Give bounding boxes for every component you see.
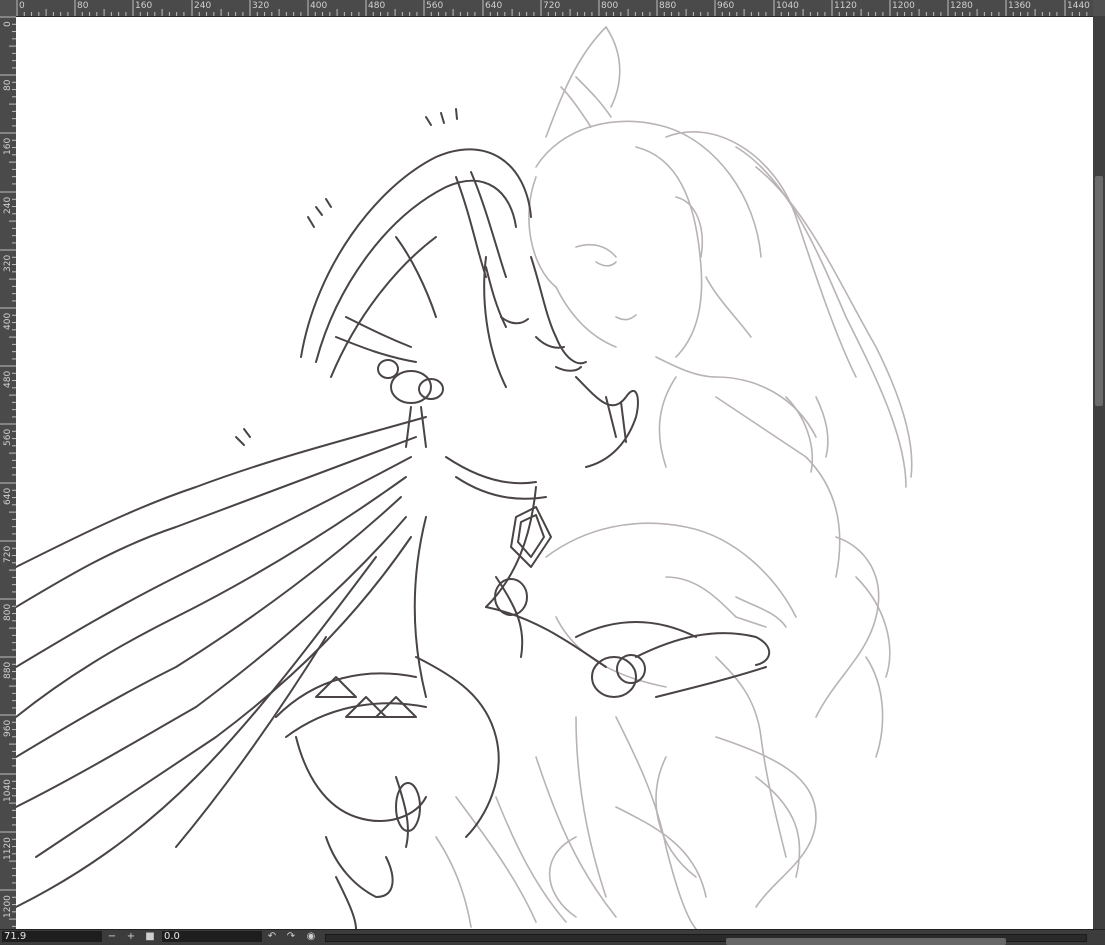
plus-icon[interactable]: +	[125, 930, 137, 944]
horizontal-scrollbar-thumb[interactable]	[726, 938, 1006, 945]
ruler-tick-label: 80	[3, 79, 13, 91]
rotate-right-icon[interactable]: ↷	[285, 930, 297, 944]
ruler-tick-label: 640	[3, 487, 13, 505]
vertical-scrollbar-thumb[interactable]	[1095, 176, 1103, 406]
ruler-tick-label: 960	[717, 1, 735, 11]
ruler-tick-label: 80	[77, 1, 89, 11]
horizontal-ruler: 0 80 160 240 320 400 480 560 640 720 800 880 960 1040…	[16, 0, 1093, 17]
ruler-tick-label: 480	[3, 370, 13, 388]
ruler-tick-label: 1040	[3, 779, 13, 802]
ruler-tick-label: 160	[135, 1, 153, 11]
ruler-tick-label: 160	[3, 137, 13, 155]
ruler-tick-label: 960	[3, 719, 13, 737]
ruler-tick-label: 400	[310, 1, 328, 11]
ruler-tick-label: 1200	[892, 1, 915, 11]
square-icon[interactable]: ■	[144, 930, 156, 944]
zoom-level-input[interactable]: 71.9	[2, 931, 102, 942]
ruler-tick-label: 720	[543, 1, 561, 11]
ruler-tick-label: 560	[426, 1, 444, 11]
ruler-tick-label: 1280	[950, 1, 973, 11]
ruler-tick-label: 0	[3, 21, 13, 27]
ruler-tick-label: 1440	[1067, 1, 1090, 11]
ruler-tick-label: 880	[3, 661, 13, 679]
ruler-tick-label: 240	[194, 1, 212, 11]
ruler-tick-label: 560	[3, 428, 13, 446]
minus-icon[interactable]: −	[106, 930, 118, 944]
ruler-tick-label: 320	[252, 1, 270, 11]
vertical-ruler: 0 80 160 240 320 400 480 560 640 720 800 880 960 1040…	[0, 16, 17, 929]
ruler-tick-label: 720	[3, 545, 13, 563]
status-bar: 71.9 − + ■ 0.0 ↶ ↷ ◉	[0, 929, 1105, 945]
ruler-tick-label: 1360	[1008, 1, 1031, 11]
ruler-tick-label: 240	[3, 196, 13, 214]
ruler-tick-label: 1200	[3, 895, 13, 918]
ruler-end-cap	[1093, 0, 1105, 16]
ruler-tick-label: 320	[3, 254, 13, 272]
ruler-tick-label: 480	[368, 1, 386, 11]
ruler-tick-label: 800	[601, 1, 619, 11]
drawing-app-window: 0 80 160 240 320 400 480 560 640 720 800 880 960 1040…	[0, 0, 1105, 945]
ruler-corner	[0, 0, 16, 16]
ruler-tick-label: 0	[19, 1, 25, 11]
drawing-canvas[interactable]	[16, 17, 1093, 929]
ruler-tick-label: 800	[3, 603, 13, 621]
horizontal-scrollbar[interactable]	[325, 934, 1087, 945]
ruler-tick-label: 1120	[3, 837, 13, 860]
ruler-tick-label: 1120	[834, 1, 857, 11]
rotate-left-icon[interactable]: ↶	[266, 930, 278, 944]
vertical-scrollbar[interactable]	[1093, 16, 1105, 929]
sketch-artwork	[16, 26, 913, 929]
ruler-tick-label: 400	[3, 312, 13, 330]
ruler-tick-label: 1040	[776, 1, 799, 11]
ruler-tick-label: 640	[485, 1, 503, 11]
rotation-angle-input[interactable]: 0.0	[162, 931, 262, 942]
ruler-tick-label: 880	[659, 1, 677, 11]
reset-icon[interactable]: ◉	[305, 930, 317, 944]
